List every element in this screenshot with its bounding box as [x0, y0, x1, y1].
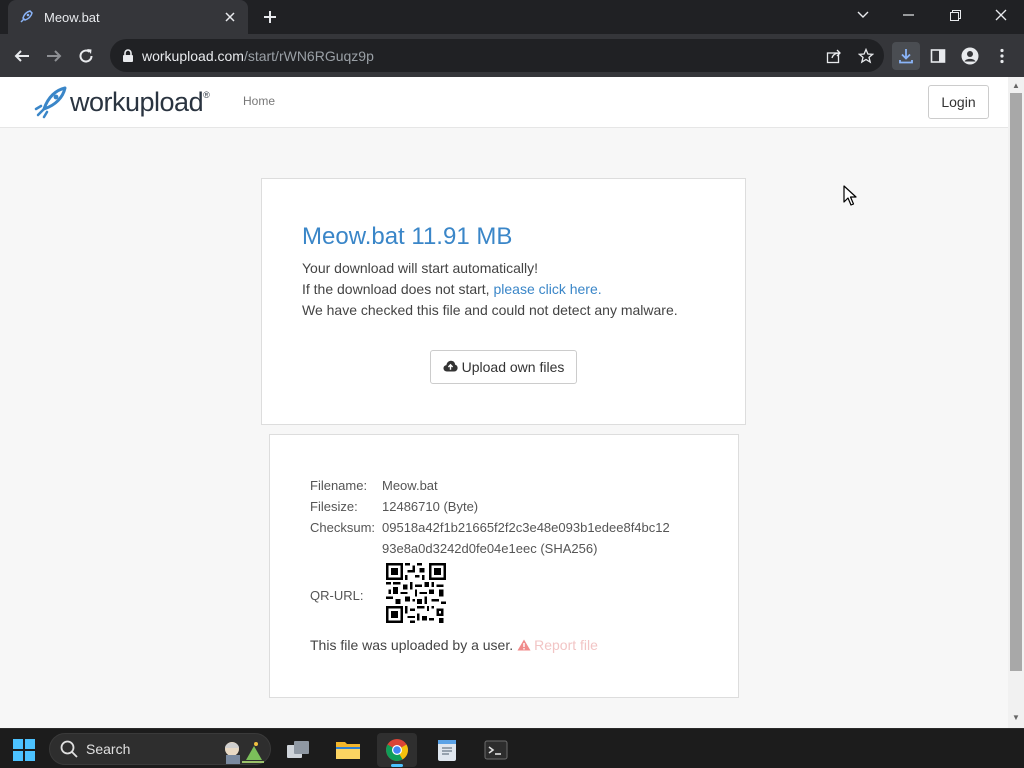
minimize-icon[interactable]: [893, 4, 923, 26]
windows-start-icon[interactable]: [4, 733, 44, 767]
active-app-indicator: [391, 764, 403, 767]
browser-tab-strip: Meow.bat: [0, 0, 1024, 34]
file-info-card: Filename: Meow.bat Filesize: 12486710 (B…: [269, 434, 739, 698]
uploaded-by-user-text: This file was uploaded by a user. Report…: [310, 637, 598, 653]
tab-title: Meow.bat: [44, 9, 100, 25]
checksum-value-line1: 09518a42f1b21665f2f2c3e48e093b1edee8f4bc…: [382, 520, 670, 535]
new-tab-button[interactable]: [258, 5, 282, 29]
auto-download-text: Your download will start automatically!: [302, 260, 539, 276]
site-header: workupload ® Home Login: [0, 77, 1008, 128]
rocket-logo-icon: [34, 86, 67, 119]
qr-url-label: QR-URL:: [310, 588, 364, 603]
bookmark-star-icon[interactable]: [854, 44, 878, 68]
filesize-label: Filesize:: [310, 499, 358, 514]
reload-icon[interactable]: [72, 42, 100, 70]
cloud-upload-icon: [443, 360, 459, 374]
scroll-up-arrow-icon[interactable]: ▲: [1008, 81, 1024, 91]
login-button[interactable]: Login: [928, 85, 989, 119]
download-card: Meow.bat 11.91 MB Your download will sta…: [261, 178, 746, 425]
mouse-cursor-icon: [843, 185, 857, 206]
click-here-link[interactable]: please click here.: [493, 281, 601, 297]
close-window-icon[interactable]: [986, 4, 1016, 26]
lock-icon: [122, 48, 136, 63]
browser-toolbar: workupload.com/start/rWN6RGuqz9p: [0, 34, 1024, 77]
scroll-down-arrow-icon[interactable]: ▼: [1008, 713, 1024, 723]
filename-label: Filename:: [310, 478, 368, 493]
side-panel-icon[interactable]: [926, 44, 950, 68]
terminal-app-icon[interactable]: [476, 733, 516, 767]
downloads-icon[interactable]: [892, 42, 920, 70]
filename-value: Meow.bat: [382, 478, 438, 493]
file-explorer-icon[interactable]: [328, 733, 368, 767]
url-text: workupload.com/start/rWN6RGuqz9p: [142, 47, 374, 64]
share-icon[interactable]: [822, 44, 846, 68]
checksum-label: Checksum:: [310, 520, 376, 535]
fallback-download-text: If the download does not start, please c…: [302, 281, 602, 297]
report-file-link[interactable]: Report file: [517, 637, 598, 653]
windows-taskbar: Search: [0, 728, 1024, 768]
rocket-favicon-icon: [18, 9, 34, 25]
scroll-thumb[interactable]: [1010, 93, 1022, 671]
page-scrollbar[interactable]: ▲ ▼: [1008, 77, 1024, 728]
warning-icon: [517, 639, 531, 651]
browser-tab[interactable]: Meow.bat: [8, 0, 248, 34]
logo-registered-mark: ®: [203, 90, 210, 100]
address-bar[interactable]: workupload.com/start/rWN6RGuqz9p: [110, 39, 884, 72]
logo-text: workupload: [70, 86, 204, 117]
taskbar-search-label: Search: [86, 741, 131, 757]
workupload-logo[interactable]: workupload ®: [34, 85, 210, 119]
malware-check-text: We have checked this file and could not …: [302, 302, 678, 318]
close-tab-icon[interactable]: [222, 9, 238, 25]
web-page: workupload ® Home Login Meow.bat 11.91 M…: [0, 77, 1008, 728]
upload-own-files-button[interactable]: Upload own files: [430, 350, 577, 384]
chrome-taskbar-icon[interactable]: [377, 733, 417, 767]
tab-search-chevron-icon[interactable]: [848, 4, 878, 26]
search-highlight-illustration-icon: [225, 742, 264, 764]
file-title: Meow.bat 11.91 MB: [302, 223, 513, 250]
upload-button-label: Upload own files: [461, 359, 565, 375]
task-view-icon[interactable]: [278, 733, 318, 767]
back-arrow-icon[interactable]: [8, 42, 36, 70]
kebab-menu-icon[interactable]: [990, 44, 1014, 68]
notepad-app-icon[interactable]: [427, 733, 467, 767]
taskbar-search-box[interactable]: Search: [49, 733, 271, 765]
search-icon: [60, 740, 78, 758]
checksum-value-line2: 93e8a0d3242d0fe04e1eec (SHA256): [382, 541, 598, 556]
forward-arrow-icon[interactable]: [40, 42, 68, 70]
filesize-value: 12486710 (Byte): [382, 499, 479, 514]
qr-code: [386, 563, 446, 623]
profile-avatar-icon[interactable]: [958, 44, 982, 68]
nav-home-link[interactable]: Home: [243, 94, 275, 108]
restore-icon[interactable]: [940, 4, 970, 26]
